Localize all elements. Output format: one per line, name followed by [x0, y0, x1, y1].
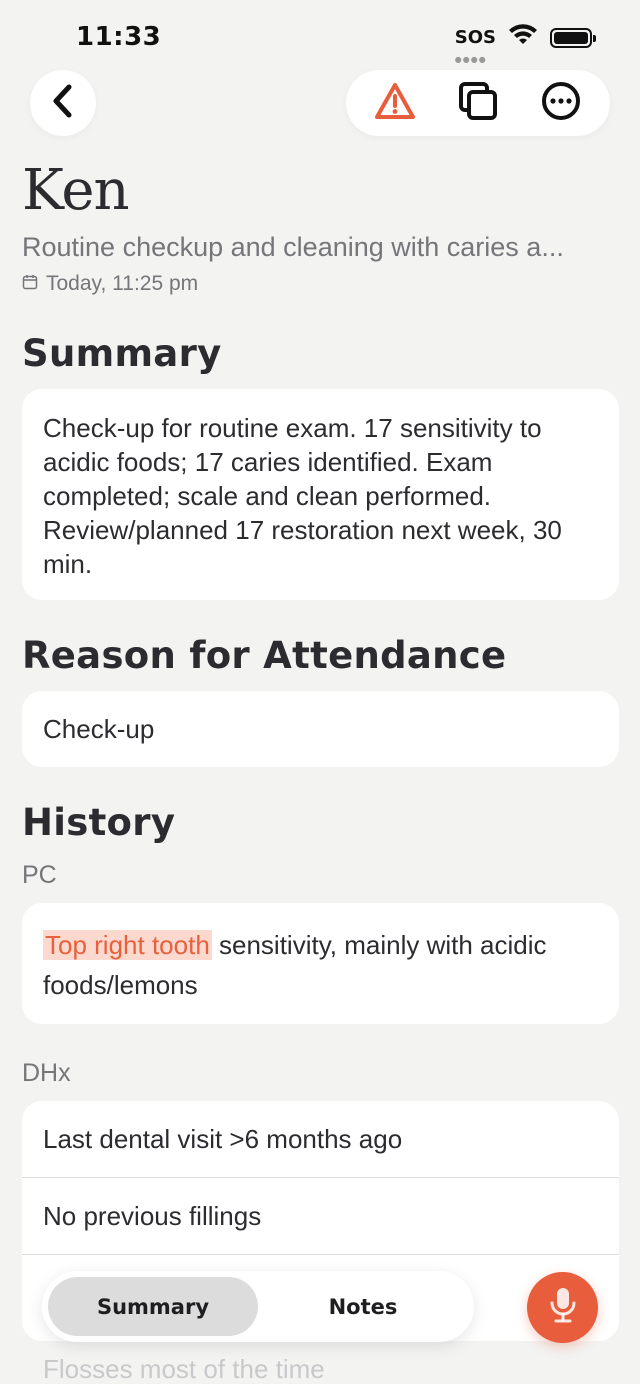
tab-notes[interactable]: Notes [258, 1277, 468, 1336]
list-item[interactable]: No previous fillings [22, 1178, 619, 1255]
pc-card[interactable]: Top right tooth sensitivity, mainly with… [22, 903, 619, 1024]
signal-dots: ●●●● [454, 54, 487, 64]
faded-list-item: Flosses most of the time [43, 1354, 325, 1384]
visit-date-text: Today, 11:25 pm [46, 272, 199, 295]
pc-label: PC [22, 861, 57, 889]
microphone-icon [548, 1286, 578, 1329]
sos-indicator: SOS ●●●● [454, 26, 496, 64]
status-time: 11:33 [76, 22, 162, 52]
back-button[interactable] [30, 70, 96, 136]
more-button[interactable] [533, 75, 589, 131]
summary-heading: Summary [22, 332, 222, 375]
dhx-item-text: Last dental visit >6 months ago [43, 1123, 403, 1154]
tab-notes-label: Notes [328, 1294, 398, 1319]
copy-button[interactable] [450, 75, 506, 131]
record-button[interactable] [527, 1272, 598, 1343]
sos-label: SOS [454, 26, 496, 48]
warning-icon [374, 82, 416, 125]
battery-icon [550, 27, 596, 48]
copy-icon [457, 80, 499, 127]
attendance-card[interactable]: Check-up [22, 691, 619, 767]
calendar-icon [22, 272, 38, 296]
visit-subtitle: Routine checkup and cleaning with caries… [22, 232, 564, 262]
status-bar: 11:33 SOS ●●●● [0, 0, 640, 70]
more-icon [541, 81, 581, 126]
chevron-left-icon [51, 84, 75, 123]
summary-text: Check-up for routine exam. 17 sensitivit… [43, 413, 562, 579]
attendance-heading: Reason for Attendance [22, 634, 507, 677]
list-item[interactable]: Last dental visit >6 months ago [22, 1101, 619, 1178]
tab-summary-label: Summary [96, 1294, 210, 1319]
toolbar [346, 70, 610, 136]
history-heading: History [22, 801, 176, 844]
visit-date: Today, 11:25 pm [22, 272, 198, 296]
dhx-item-text: No previous fillings [43, 1200, 262, 1231]
tab-summary[interactable]: Summary [48, 1277, 258, 1336]
tab-bar: Summary Notes [42, 1271, 474, 1342]
wifi-icon [508, 24, 538, 51]
status-indicators: SOS ●●●● [454, 24, 596, 64]
summary-card[interactable]: Check-up for routine exam. 17 sensitivit… [22, 389, 619, 600]
patient-name: Ken [22, 158, 130, 223]
highlighted-finding[interactable]: Top right tooth [43, 930, 212, 960]
dhx-label: DHx [22, 1059, 71, 1087]
warning-button[interactable] [367, 75, 423, 131]
attendance-text: Check-up [43, 713, 155, 744]
